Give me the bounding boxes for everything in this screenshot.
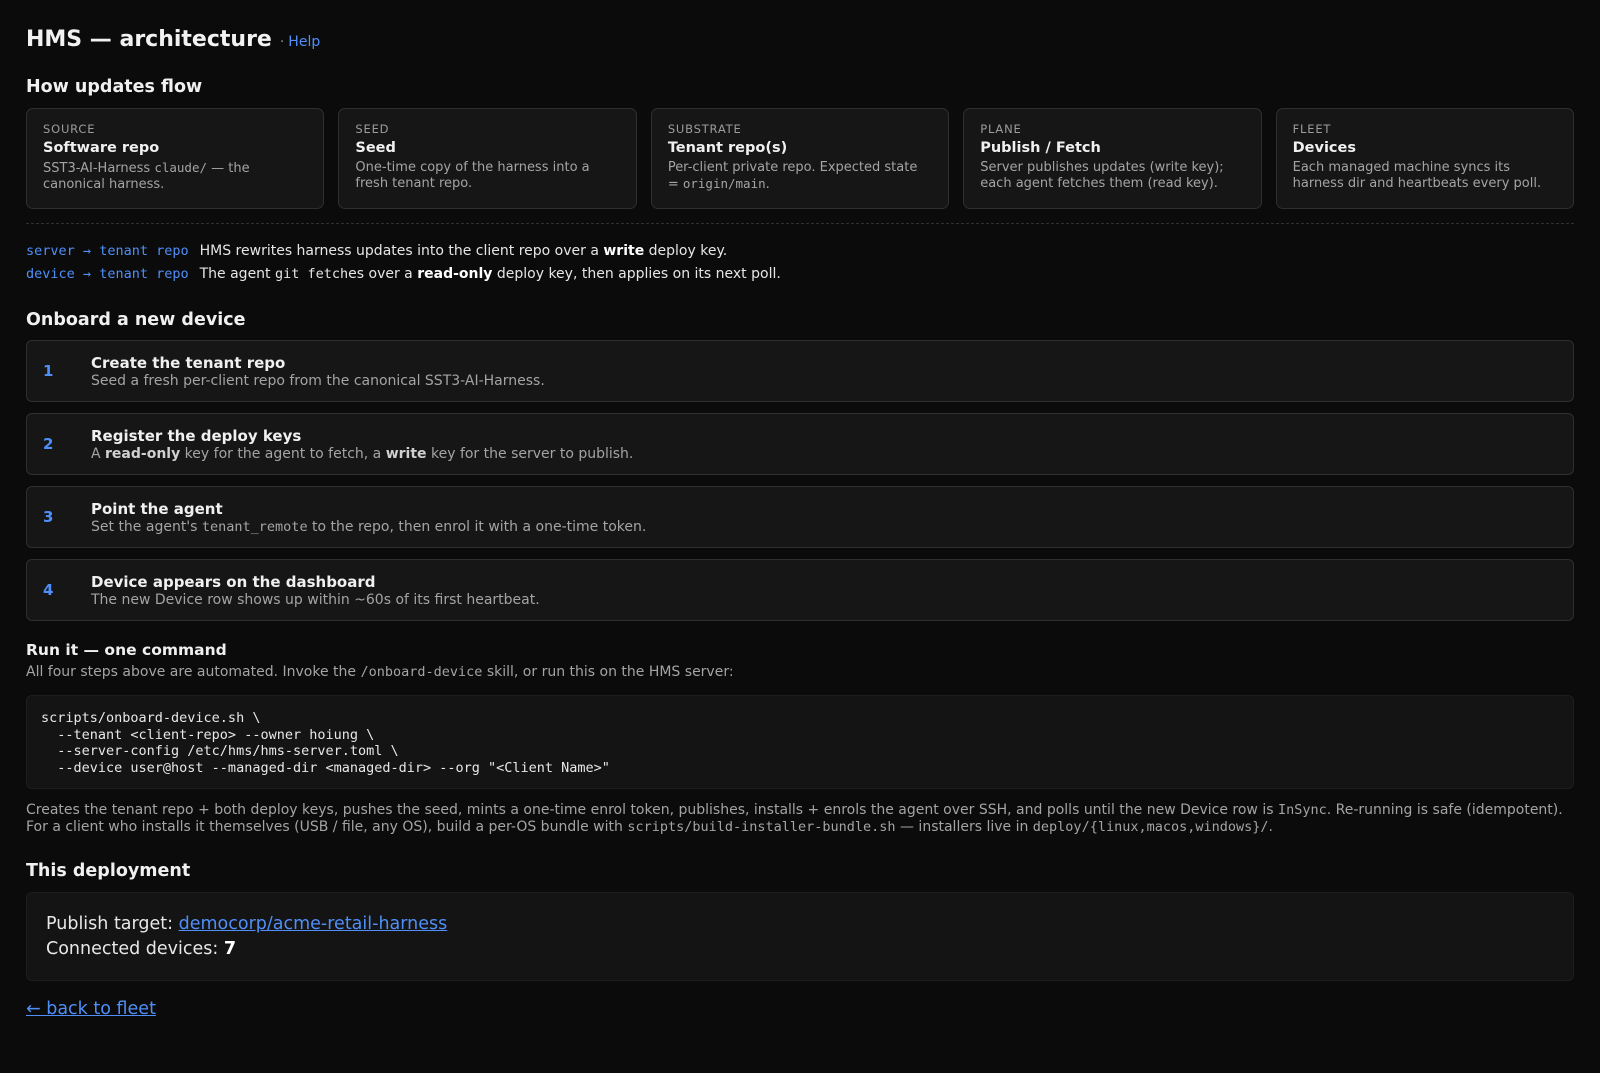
step-create-tenant-repo: 1 Create the tenant repo Seed a fresh pe… [26, 340, 1574, 402]
deployment-box: Publish target: democorp/acme-retail-har… [26, 892, 1574, 981]
step-number: 2 [43, 435, 54, 453]
connected-devices-label: Connected devices: [46, 939, 224, 959]
card-title: Devices [1292, 140, 1356, 156]
help-separator: · [279, 34, 285, 50]
run-description: All four steps above are automated. Invo… [26, 664, 734, 680]
step-number: 3 [43, 508, 54, 526]
step-description: A read-only key for the agent to fetch, … [91, 445, 634, 462]
card-description: SST3-AI-Harness claude/ — the canonical … [43, 160, 250, 192]
card-title: Software repo [43, 140, 160, 156]
step-description: The new Device row shows up within ~60s … [91, 591, 540, 608]
flow-card-substrate: SUBSTRATE Tenant repo(s) Per-client priv… [650, 108, 950, 209]
step-title: Register the deploy keys [91, 426, 302, 445]
flow-card-plane: PLANE Publish / Fetch Server publishes u… [963, 108, 1262, 209]
connected-devices-count: 7 [223, 939, 237, 959]
flow-line-server: server → tenant repo HMS rewrites harnes… [26, 243, 1574, 266]
flow-cards: SOURCE Software repo SST3-AI-Harness cla… [26, 108, 1575, 209]
card-eyebrow: PLANE [980, 122, 1022, 136]
connected-devices-row: Connected devices: 7 [46, 937, 1554, 962]
arrow-right-icon: → [82, 243, 92, 259]
step-number: 4 [43, 581, 54, 599]
dashed-divider [26, 223, 1574, 224]
card-description: Server publishes updates (write key); ea… [980, 160, 1224, 191]
publish-target-label: Publish target: [46, 914, 179, 934]
command-code-block[interactable]: scripts/onboard-device.sh \ --tenant <cl… [26, 695, 1574, 789]
card-description: One-time copy of the harness into a fres… [355, 160, 590, 191]
card-title: Publish / Fetch [980, 140, 1101, 156]
flow-card-seed: SEED Seed One-time copy of the harness i… [338, 108, 637, 209]
step-point-agent: 3 Point the agent Set the agent's tenant… [26, 486, 1574, 548]
step-title: Create the tenant repo [91, 353, 286, 372]
flow-card-source: SOURCE Software repo SST3-AI-Harness cla… [26, 108, 325, 209]
flow-lines: server → tenant repo HMS rewrites harnes… [26, 243, 1574, 289]
deployment-heading: This deployment [26, 861, 191, 881]
arrow-right-icon: → [82, 266, 92, 282]
card-description: Per-client private repo. Expected state … [667, 160, 918, 192]
run-note: Creates the tenant repo + both deploy ke… [26, 802, 1563, 835]
card-title: Tenant repo(s) [667, 140, 788, 156]
onboard-steps: 1 Create the tenant repo Seed a fresh pe… [26, 340, 1574, 621]
step-number: 1 [43, 362, 54, 380]
flow-heading: How updates flow [26, 77, 203, 97]
help-link[interactable]: Help [288, 34, 320, 50]
step-description: Set the agent's tenant_remote to the rep… [91, 518, 647, 535]
run-title: Run it — one command [26, 641, 227, 659]
card-eyebrow: FLEET [1292, 122, 1332, 136]
card-eyebrow: SEED [355, 122, 390, 136]
flow-route: device → tenant repo [26, 266, 189, 282]
publish-target-row: Publish target: democorp/acme-retail-har… [46, 912, 1554, 937]
card-title: Seed [355, 140, 396, 156]
step-title: Device appears on the dashboard [91, 572, 376, 591]
step-title: Point the agent [91, 499, 223, 518]
flow-card-fleet: FLEET Devices Each managed machine syncs… [1275, 108, 1575, 209]
step-register-deploy-keys: 2 Register the deploy keys A read-only k… [26, 413, 1574, 475]
onboard-heading: Onboard a new device [26, 310, 246, 330]
card-eyebrow: SOURCE [43, 122, 96, 136]
step-description: Seed a fresh per-client repo from the ca… [91, 372, 545, 389]
flow-route: server → tenant repo [26, 243, 189, 259]
back-to-fleet-link[interactable]: ← back to fleet [26, 999, 156, 1019]
flow-description: The agent git fetches over a read-only d… [199, 266, 781, 282]
step-device-appears: 4 Device appears on the dashboard The ne… [26, 559, 1574, 621]
card-eyebrow: SUBSTRATE [667, 122, 742, 136]
flow-description: HMS rewrites harness updates into the cl… [199, 243, 728, 259]
publish-target-link[interactable]: democorp/acme-retail-harness [179, 914, 448, 934]
page-title: HMS — architecture [26, 27, 272, 52]
page-header: HMS — architecture · Help [26, 0, 1574, 53]
flow-line-device: device → tenant repo The agent git fetch… [26, 266, 1574, 289]
card-description: Each managed machine syncs its harness d… [1292, 160, 1542, 191]
